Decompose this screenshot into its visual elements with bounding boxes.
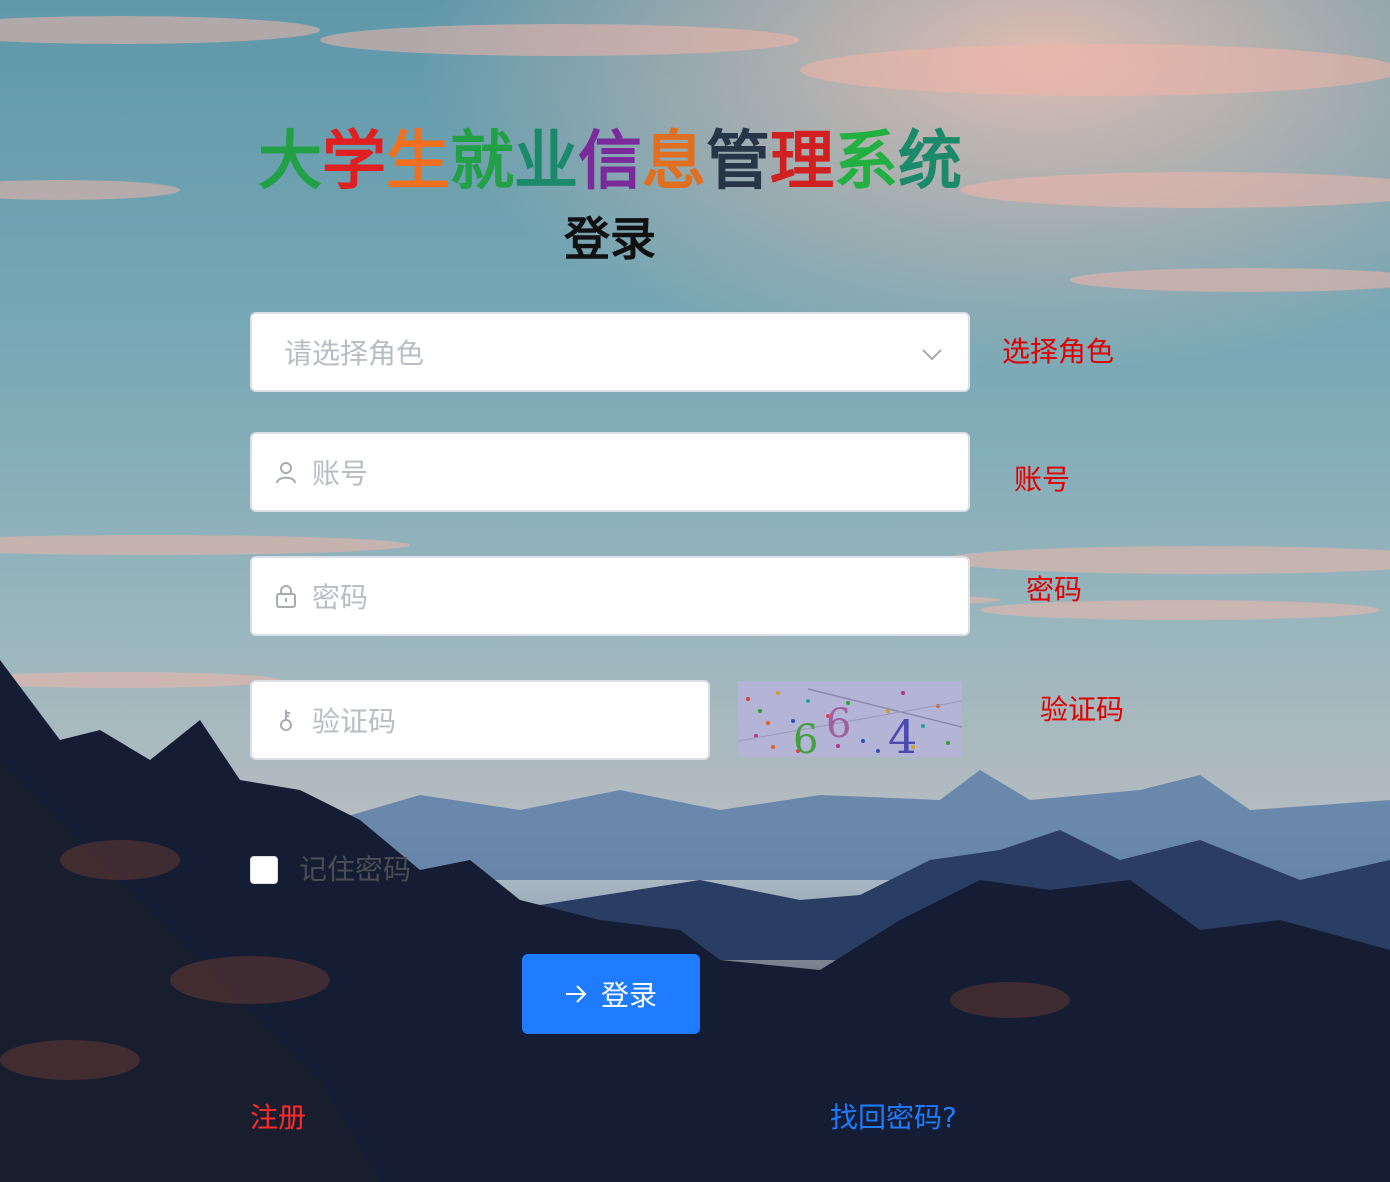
title-char: 管 xyxy=(706,125,770,199)
title-char: 理 xyxy=(770,125,834,199)
title-char: 业 xyxy=(514,125,578,199)
remember-label[interactable]: 记住密码 xyxy=(299,852,411,888)
captcha-char-2: 6 xyxy=(826,701,851,747)
captcha-side-label: 验证码 xyxy=(1040,693,1125,726)
system-title: 大学生就业信息管理系统 xyxy=(258,124,962,200)
title-char: 大 xyxy=(258,125,322,199)
title-char: 息 xyxy=(642,125,706,199)
login-heading: 登录 xyxy=(564,212,656,266)
role-select[interactable]: 请选择角色 xyxy=(250,312,970,392)
lock-icon xyxy=(274,584,298,608)
captcha-image[interactable]: 6 6 4 xyxy=(738,681,962,757)
login-button-label: 登录 xyxy=(600,979,657,1012)
title-char: 就 xyxy=(450,125,514,199)
captcha-input[interactable]: 验证码 xyxy=(250,680,710,760)
account-side-label: 账号 xyxy=(1014,463,1071,496)
title-char: 系 xyxy=(834,125,898,199)
account-input[interactable]: 账号 xyxy=(250,432,970,512)
title-char: 统 xyxy=(898,125,962,199)
key-icon xyxy=(274,708,298,732)
captcha-char-1: 6 xyxy=(793,717,818,757)
role-select-placeholder: 请选择角色 xyxy=(284,337,425,370)
password-placeholder: 密码 xyxy=(312,581,369,614)
remember-checkbox[interactable] xyxy=(250,856,278,884)
forgot-password-link[interactable]: 找回密码? xyxy=(830,1100,957,1136)
captcha-placeholder: 验证码 xyxy=(312,705,397,738)
title-char: 生 xyxy=(386,125,450,199)
captcha-char-3: 4 xyxy=(888,710,917,757)
login-button[interactable]: 登录 xyxy=(522,954,700,1034)
title-char: 学 xyxy=(322,125,386,199)
arrow-right-icon xyxy=(565,985,587,1003)
role-side-label: 选择角色 xyxy=(1002,335,1115,368)
account-placeholder: 账号 xyxy=(312,457,369,490)
register-link[interactable]: 注册 xyxy=(250,1100,306,1136)
title-char: 信 xyxy=(578,125,642,199)
user-icon xyxy=(274,460,298,484)
password-input[interactable]: 密码 xyxy=(250,556,970,636)
chevron-down-icon xyxy=(922,349,942,361)
password-side-label: 密码 xyxy=(1026,573,1083,606)
